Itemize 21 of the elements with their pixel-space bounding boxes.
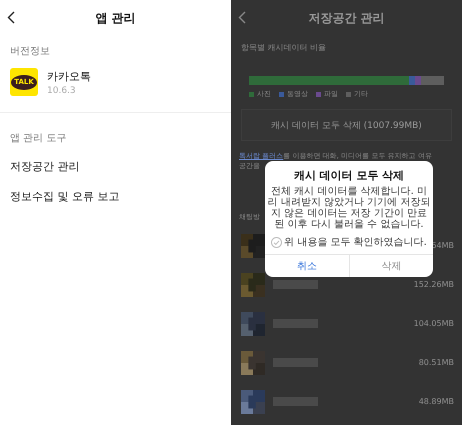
back-icon[interactable] xyxy=(7,11,15,24)
dialog-title: 캐시 데이터 모두 삭제 xyxy=(294,168,404,183)
check-icon[interactable] xyxy=(271,236,282,248)
app-version: 10.6.3 xyxy=(47,86,77,96)
screen-title: 저장공간 관리 xyxy=(308,10,385,26)
delete-button[interactable]: 삭제 xyxy=(348,255,433,277)
menu-item[interactable]: 저장공간 관리 xyxy=(0,151,231,181)
clear-cache-button[interactable]: 캐시 데이터 모두 삭제 (1007.99MB) xyxy=(241,109,452,141)
section-label: 앱 관리 도구 xyxy=(9,132,68,145)
section-label: 버전정보 xyxy=(9,45,51,58)
chat-size: 48.89MB xyxy=(418,397,454,406)
dialog-message: 전체 캐시 데이터를 삭제합니다. 미리 내려받지 않았거나 기기에 저장되지 않은 데이터는 저장 기간이 만료된 이후 다시 불러올 수 없습니다. xyxy=(266,185,432,230)
screen-title: 앱 관리 xyxy=(95,10,136,26)
confirm-label: 위 내용을 모두 확인하였습니다. xyxy=(284,236,427,249)
chat-size: 80.51MB xyxy=(418,358,454,367)
menu-item[interactable]: 정보수집 및 오류 보고 xyxy=(0,181,231,211)
chat-size: 104.05MB xyxy=(414,319,454,328)
section-label: 항목별 캐시데이터 비율 xyxy=(240,42,328,52)
cancel-button[interactable]: 취소 xyxy=(265,255,348,277)
app-name: 카카오톡 xyxy=(47,68,91,84)
chat-size: 152.26MB xyxy=(414,280,454,289)
